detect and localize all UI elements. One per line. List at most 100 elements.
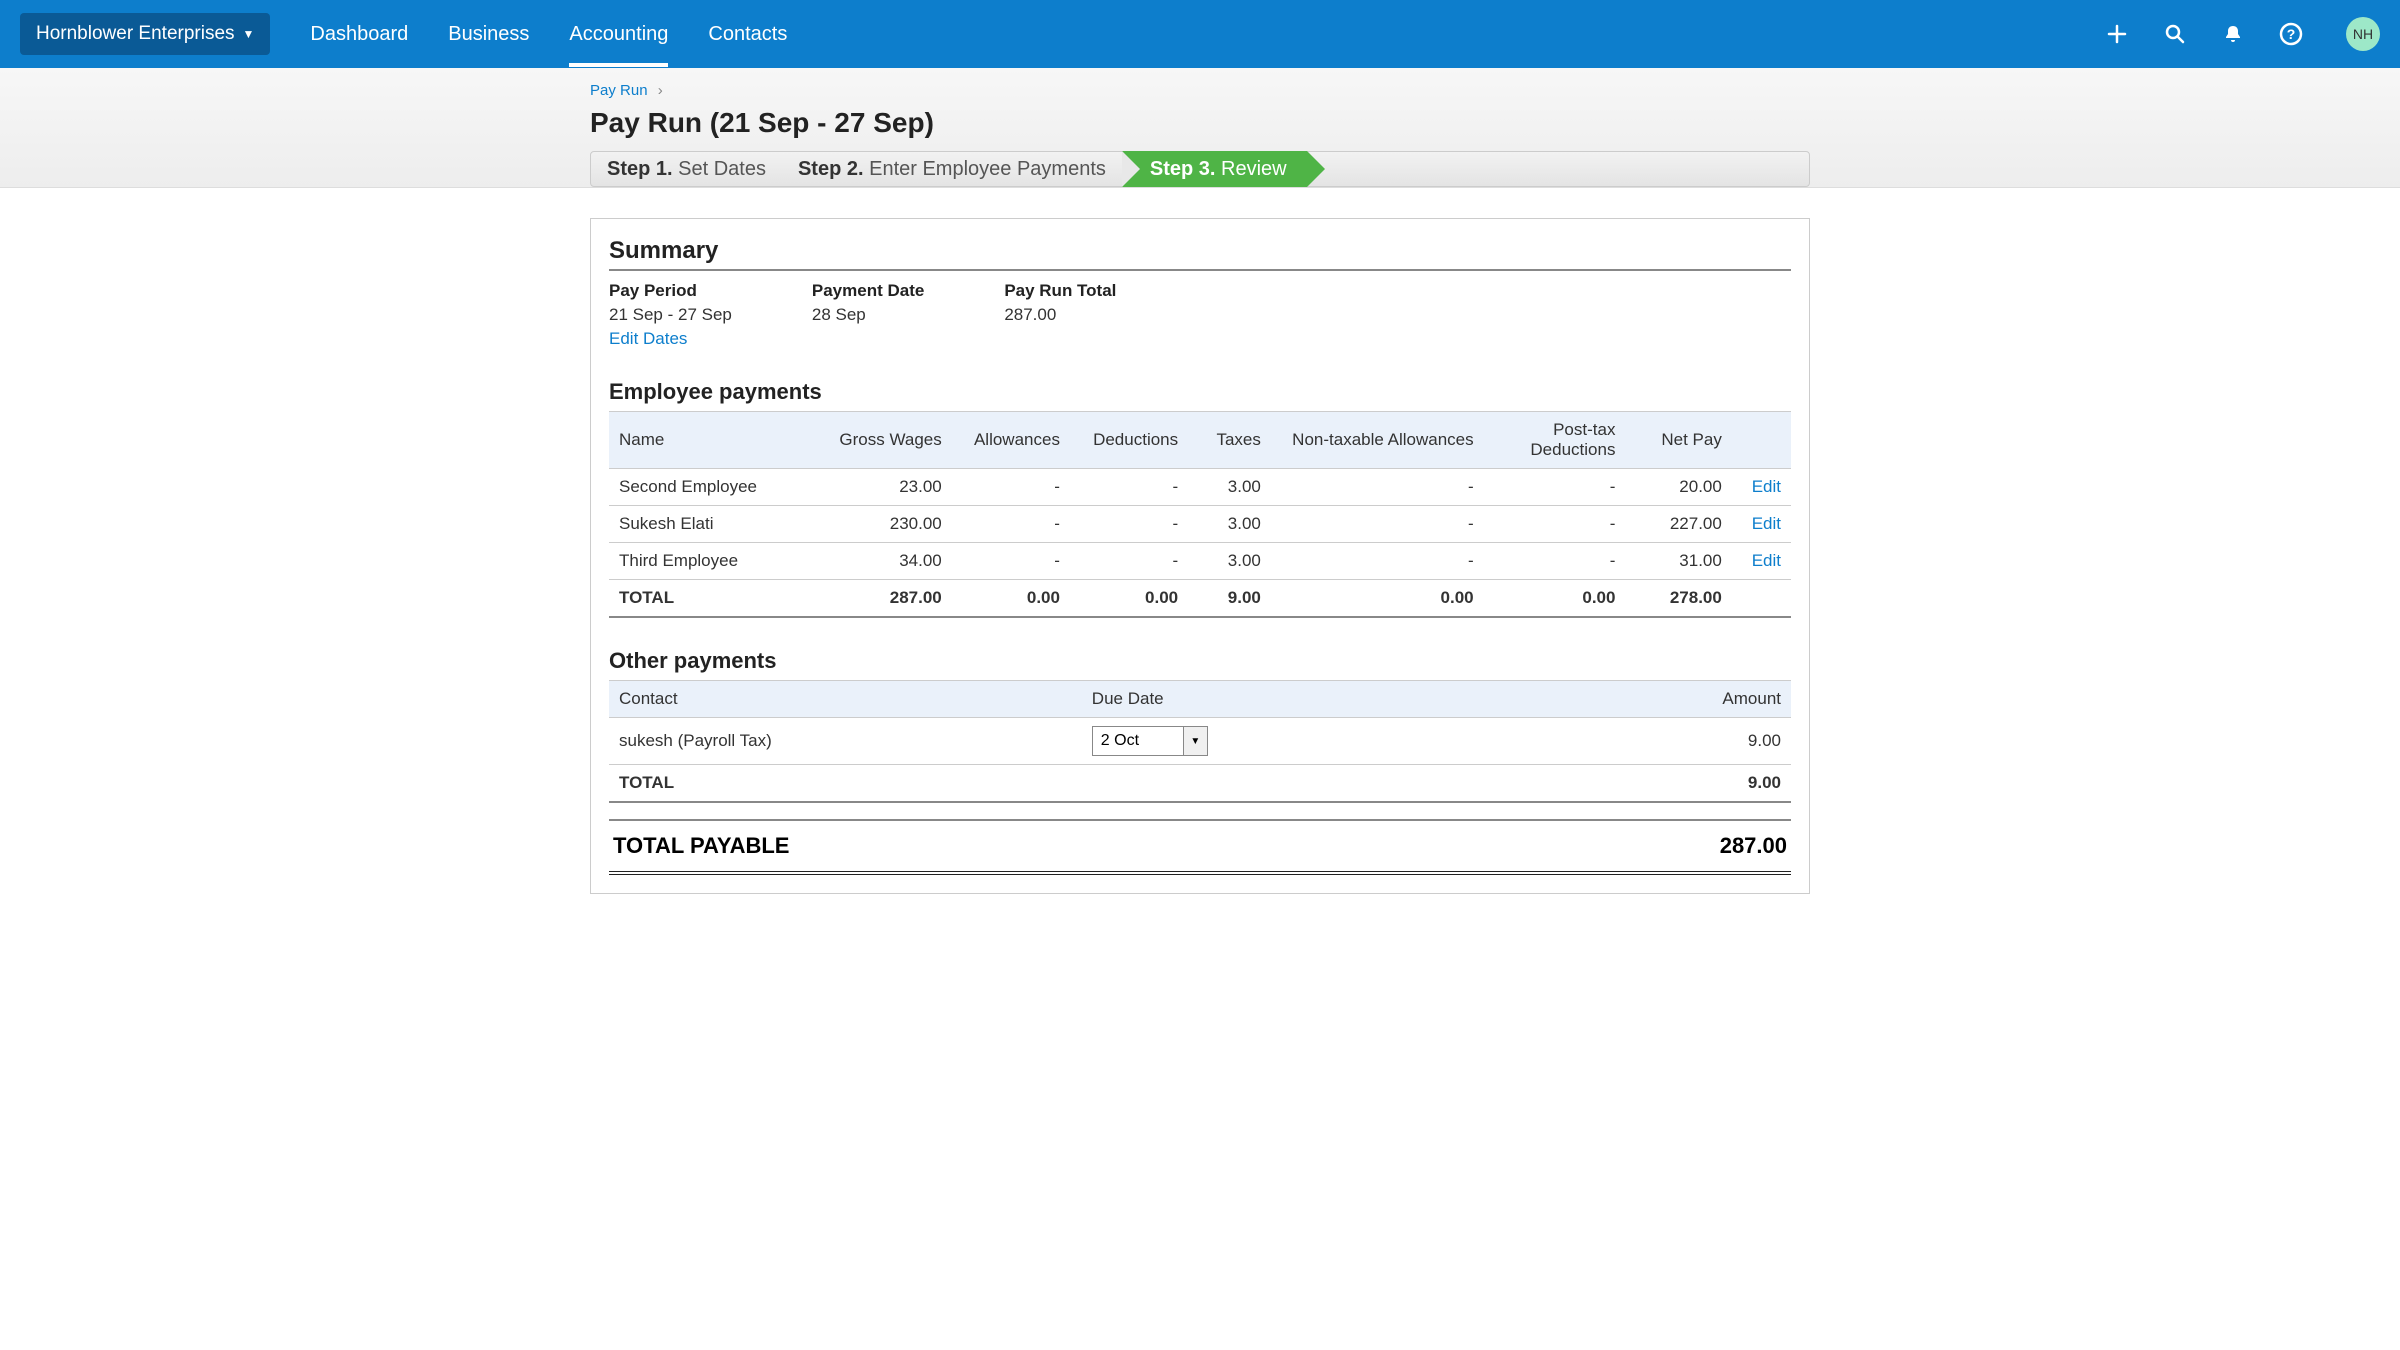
- emp-gross: 34.00: [822, 543, 952, 580]
- emp-name: Third Employee: [609, 543, 822, 580]
- page-title: Pay Run (21 Sep - 27 Sep): [590, 103, 1810, 149]
- due-date-input[interactable]: [1093, 727, 1183, 755]
- emp-edit-cell: Edit: [1732, 506, 1791, 543]
- emp-taxes: 3.00: [1188, 469, 1271, 506]
- table-header-row: Contact Due Date Amount: [609, 681, 1791, 718]
- plus-icon[interactable]: [2104, 21, 2130, 47]
- svg-text:?: ?: [2287, 26, 2296, 42]
- emp-total-net: 278.00: [1625, 580, 1731, 618]
- nav-accounting[interactable]: Accounting: [569, 2, 668, 67]
- help-icon[interactable]: ?: [2278, 21, 2304, 47]
- subheader: Pay Run › Pay Run (21 Sep - 27 Sep) Step…: [0, 68, 2400, 188]
- date-dropdown-button[interactable]: ▼: [1183, 727, 1207, 755]
- emp-name: Second Employee: [609, 469, 822, 506]
- total-payable-row: TOTAL PAYABLE 287.00: [609, 819, 1791, 875]
- emp-nta: -: [1271, 543, 1484, 580]
- edit-link[interactable]: Edit: [1752, 514, 1781, 533]
- table-row: Second Employee23.00--3.00--20.00Edit: [609, 469, 1791, 506]
- emp-total-deduct: 0.00: [1070, 580, 1188, 618]
- other-total-label: TOTAL: [609, 765, 1082, 803]
- col-gross: Gross Wages: [822, 412, 952, 469]
- breadcrumb: Pay Run ›: [590, 78, 1810, 103]
- main-panel: Summary Pay Period 21 Sep - 27 Sep Edit …: [590, 218, 1810, 894]
- emp-ptd: -: [1484, 506, 1626, 543]
- other-payments-table: Contact Due Date Amount sukesh (Payroll …: [609, 680, 1791, 803]
- payment-date-label: Payment Date: [812, 281, 924, 301]
- emp-gross: 230.00: [822, 506, 952, 543]
- step-3-active[interactable]: Step 3. Review: [1122, 151, 1307, 187]
- emp-total-ptd: 0.00: [1484, 580, 1626, 618]
- edit-link[interactable]: Edit: [1752, 551, 1781, 570]
- table-row: Sukesh Elati230.00--3.00--227.00Edit: [609, 506, 1791, 543]
- avatar-initials: NH: [2353, 26, 2373, 42]
- col-allow: Allowances: [952, 412, 1070, 469]
- top-header: Hornblower Enterprises ▼ Dashboard Busin…: [0, 0, 2400, 68]
- emp-nta: -: [1271, 469, 1484, 506]
- emp-taxes: 3.00: [1188, 543, 1271, 580]
- emp-edit-cell: Edit: [1732, 469, 1791, 506]
- summary-pay-run-total: Pay Run Total 287.00: [1004, 281, 1116, 349]
- col-amount: Amount: [1555, 681, 1791, 718]
- other-total-amount: 9.00: [1555, 765, 1791, 803]
- emp-gross: 23.00: [822, 469, 952, 506]
- emp-ptd: -: [1484, 543, 1626, 580]
- emp-net: 31.00: [1625, 543, 1731, 580]
- col-taxes: Taxes: [1188, 412, 1271, 469]
- header-actions: ? NH: [2104, 17, 2380, 51]
- other-contact: sukesh (Payroll Tax): [609, 718, 1082, 765]
- pay-period-value: 21 Sep - 27 Sep: [609, 305, 732, 325]
- edit-link[interactable]: Edit: [1752, 477, 1781, 496]
- org-selector[interactable]: Hornblower Enterprises ▼: [20, 13, 270, 55]
- step-2[interactable]: Step 2. Enter Employee Payments: [782, 158, 1122, 181]
- summary-pay-period: Pay Period 21 Sep - 27 Sep Edit Dates: [609, 281, 732, 349]
- summary-payment-date: Payment Date 28 Sep: [812, 281, 924, 349]
- emp-name: Sukesh Elati: [609, 506, 822, 543]
- other-amount: 9.00: [1555, 718, 1791, 765]
- payment-date-value: 28 Sep: [812, 305, 924, 325]
- col-contact: Contact: [609, 681, 1082, 718]
- step-1[interactable]: Step 1. Set Dates: [591, 158, 782, 181]
- other-due-date-cell: ▼: [1082, 718, 1555, 765]
- emp-allow: -: [952, 506, 1070, 543]
- emp-deduct: -: [1070, 469, 1188, 506]
- col-name: Name: [609, 412, 822, 469]
- employee-payments-title: Employee payments: [609, 379, 1791, 405]
- col-ptd: Post-tax Deductions: [1484, 412, 1626, 469]
- emp-net: 227.00: [1625, 506, 1731, 543]
- nav-business[interactable]: Business: [448, 2, 529, 67]
- org-name: Hornblower Enterprises: [36, 23, 235, 45]
- emp-total-nta: 0.00: [1271, 580, 1484, 618]
- total-payable-amount: 287.00: [1720, 833, 1787, 859]
- table-row: Third Employee34.00--3.00--31.00Edit: [609, 543, 1791, 580]
- date-input-wrap: ▼: [1092, 726, 1208, 756]
- col-edit: [1732, 412, 1791, 469]
- summary-row: Pay Period 21 Sep - 27 Sep Edit Dates Pa…: [609, 281, 1791, 349]
- main-nav: Dashboard Business Accounting Contacts: [310, 2, 2104, 67]
- bell-icon[interactable]: [2220, 21, 2246, 47]
- emp-deduct: -: [1070, 506, 1188, 543]
- edit-dates-link[interactable]: Edit Dates: [609, 329, 687, 349]
- pay-run-total-value: 287.00: [1004, 305, 1116, 325]
- emp-deduct: -: [1070, 543, 1188, 580]
- table-header-row: Name Gross Wages Allowances Deductions T…: [609, 412, 1791, 469]
- nav-contacts[interactable]: Contacts: [708, 2, 787, 67]
- other-total-row: TOTAL 9.00: [609, 765, 1791, 803]
- emp-total-gross: 287.00: [822, 580, 952, 618]
- emp-taxes: 3.00: [1188, 506, 1271, 543]
- employee-payments-table: Name Gross Wages Allowances Deductions T…: [609, 411, 1791, 618]
- emp-total-label: TOTAL: [609, 580, 822, 618]
- emp-ptd: -: [1484, 469, 1626, 506]
- pay-run-total-label: Pay Run Total: [1004, 281, 1116, 301]
- nav-dashboard[interactable]: Dashboard: [310, 2, 408, 67]
- emp-total-row: TOTAL287.000.000.009.000.000.00278.00: [609, 580, 1791, 618]
- chevron-down-icon: ▼: [243, 27, 255, 41]
- col-nta: Non-taxable Allowances: [1271, 412, 1484, 469]
- emp-total-allow: 0.00: [952, 580, 1070, 618]
- search-icon[interactable]: [2162, 21, 2188, 47]
- emp-allow: -: [952, 543, 1070, 580]
- other-payments-title: Other payments: [609, 648, 1791, 674]
- total-payable-label: TOTAL PAYABLE: [613, 833, 789, 859]
- avatar[interactable]: NH: [2346, 17, 2380, 51]
- pay-period-label: Pay Period: [609, 281, 732, 301]
- breadcrumb-parent[interactable]: Pay Run: [590, 82, 648, 99]
